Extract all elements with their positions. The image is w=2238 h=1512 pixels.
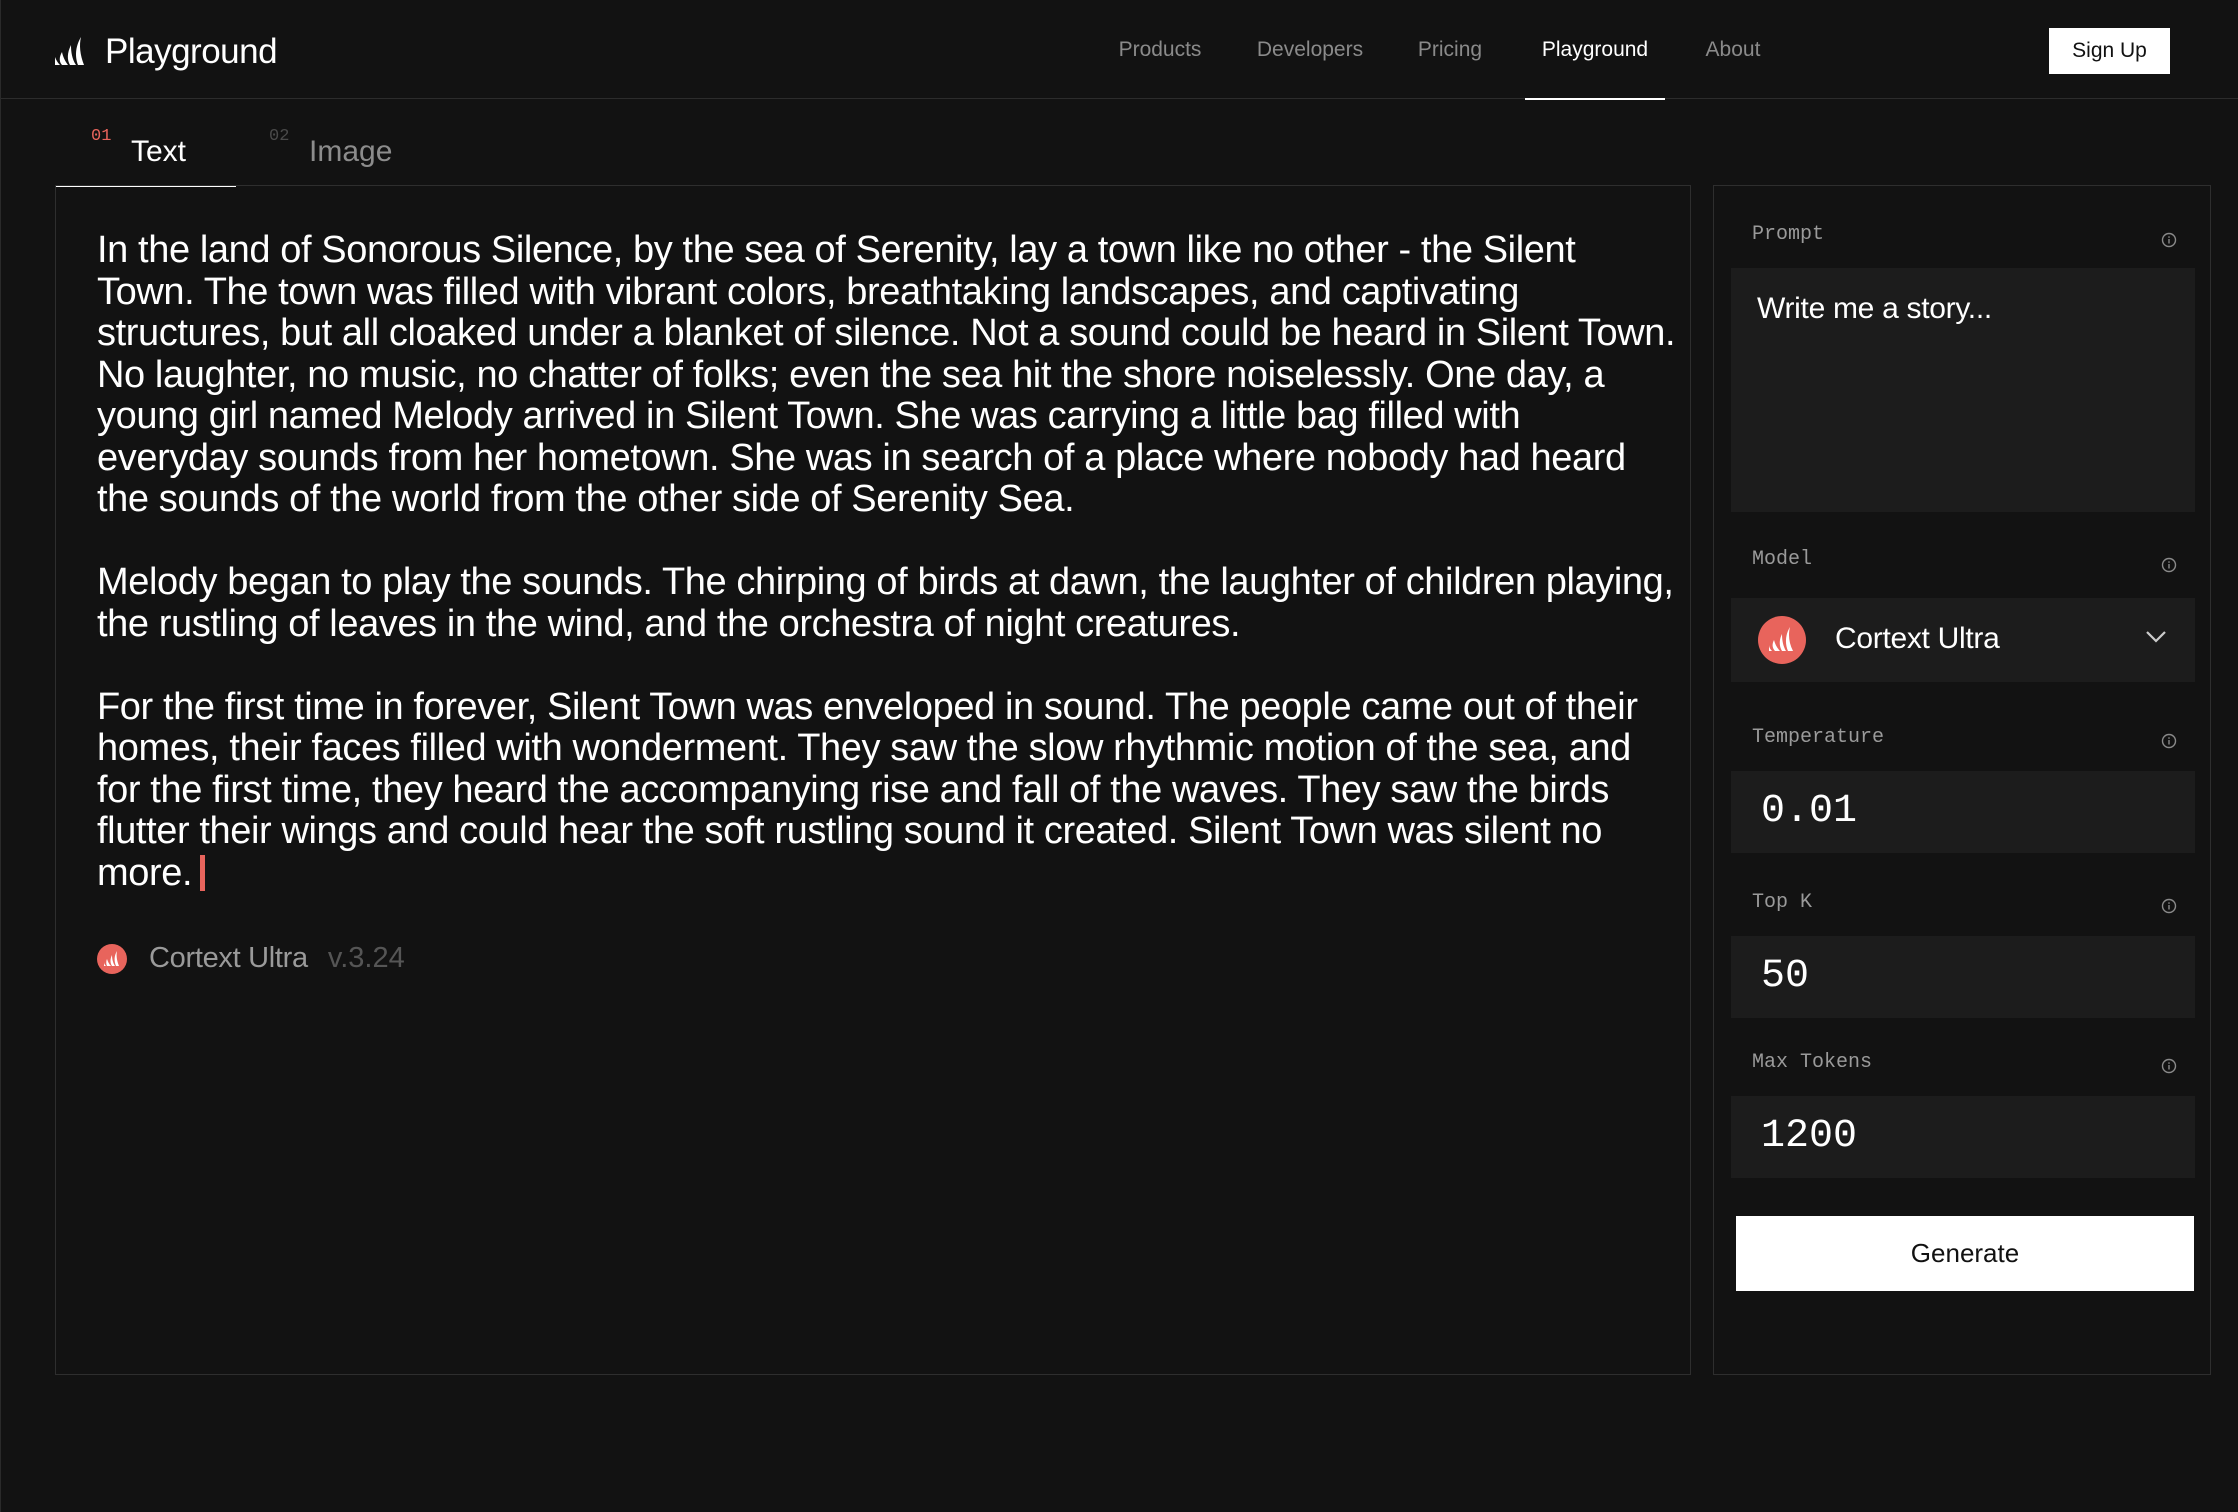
prompt-text: Write me a story... bbox=[1757, 292, 1992, 325]
nav-item-about[interactable]: About bbox=[1690, 0, 1776, 99]
output-panel: In the land of Sonorous Silence, by the … bbox=[55, 185, 1691, 1375]
chevron-down-icon bbox=[2146, 631, 2166, 643]
topk-value: 50 bbox=[1761, 954, 1810, 999]
tab-label: Text bbox=[131, 135, 187, 168]
typing-cursor bbox=[200, 854, 206, 891]
brand-name: Playground bbox=[105, 32, 278, 71]
tab-number: 01 bbox=[91, 127, 112, 146]
story-paragraph: Melody began to play the sounds. The chi… bbox=[97, 561, 1674, 645]
story-paragraph: In the land of Sonorous Silence, by the … bbox=[97, 229, 1676, 520]
tab-image[interactable]: 02 Image bbox=[269, 99, 419, 186]
max-tokens-label: Max Tokens bbox=[1752, 1051, 1873, 1074]
top-header: Playground Products Developers Pricing P… bbox=[1, 0, 2238, 100]
main-nav: Products Developers Pricing Playground A… bbox=[1101, 0, 1776, 100]
temperature-label: Temperature bbox=[1752, 726, 1885, 749]
sign-up-button[interactable]: Sign Up bbox=[2049, 28, 2170, 74]
nav-item-pricing[interactable]: Pricing bbox=[1401, 0, 1499, 99]
nav-item-playground[interactable]: Playground bbox=[1525, 0, 1665, 100]
info-icon[interactable] bbox=[2161, 733, 2177, 749]
model-version: v.3.24 bbox=[327, 942, 405, 974]
story-paragraph-text: For the first time in forever, Silent To… bbox=[97, 685, 1638, 894]
model-logo-icon bbox=[1758, 616, 1806, 664]
nav-item-products[interactable]: Products bbox=[1101, 0, 1219, 99]
model-name: Cortext Ultra bbox=[149, 942, 308, 974]
prompt-input[interactable]: Write me a story... bbox=[1731, 268, 2195, 512]
prompt-label: Prompt bbox=[1752, 223, 1825, 246]
tab-text[interactable]: 01 Text bbox=[55, 99, 236, 187]
topk-input[interactable]: 50 bbox=[1731, 936, 2195, 1018]
brand[interactable]: Playground bbox=[53, 30, 278, 74]
generate-button[interactable]: Generate bbox=[1736, 1216, 2194, 1291]
max-tokens-value: 1200 bbox=[1761, 1114, 1858, 1159]
tab-number: 02 bbox=[269, 127, 290, 146]
brand-logo-icon bbox=[55, 37, 84, 65]
model-select-value: Cortext Ultra bbox=[1835, 622, 2000, 655]
info-icon[interactable] bbox=[2161, 1058, 2177, 1074]
model-logo-icon bbox=[97, 943, 127, 974]
max-tokens-input[interactable]: 1200 bbox=[1731, 1096, 2195, 1178]
temperature-input[interactable]: 0.01 bbox=[1731, 771, 2195, 853]
generated-story: In the land of Sonorous Silence, by the … bbox=[97, 229, 1677, 936]
settings-panel: Prompt Write me a story... Model Cortext… bbox=[1713, 185, 2211, 1375]
model-tag: Cortext Ultra v.3.24 bbox=[97, 942, 405, 975]
model-select[interactable]: Cortext Ultra bbox=[1731, 598, 2195, 682]
info-icon[interactable] bbox=[2161, 232, 2177, 248]
info-icon[interactable] bbox=[2161, 557, 2177, 573]
nav-item-developers[interactable]: Developers bbox=[1244, 0, 1376, 99]
temperature-value: 0.01 bbox=[1761, 789, 1858, 834]
story-paragraph-last: For the first time in forever, Silent To… bbox=[97, 685, 1677, 895]
model-label: Model bbox=[1752, 548, 1813, 571]
info-icon[interactable] bbox=[2161, 898, 2177, 914]
tab-label: Image bbox=[309, 135, 393, 168]
topk-label: Top K bbox=[1752, 891, 1813, 914]
